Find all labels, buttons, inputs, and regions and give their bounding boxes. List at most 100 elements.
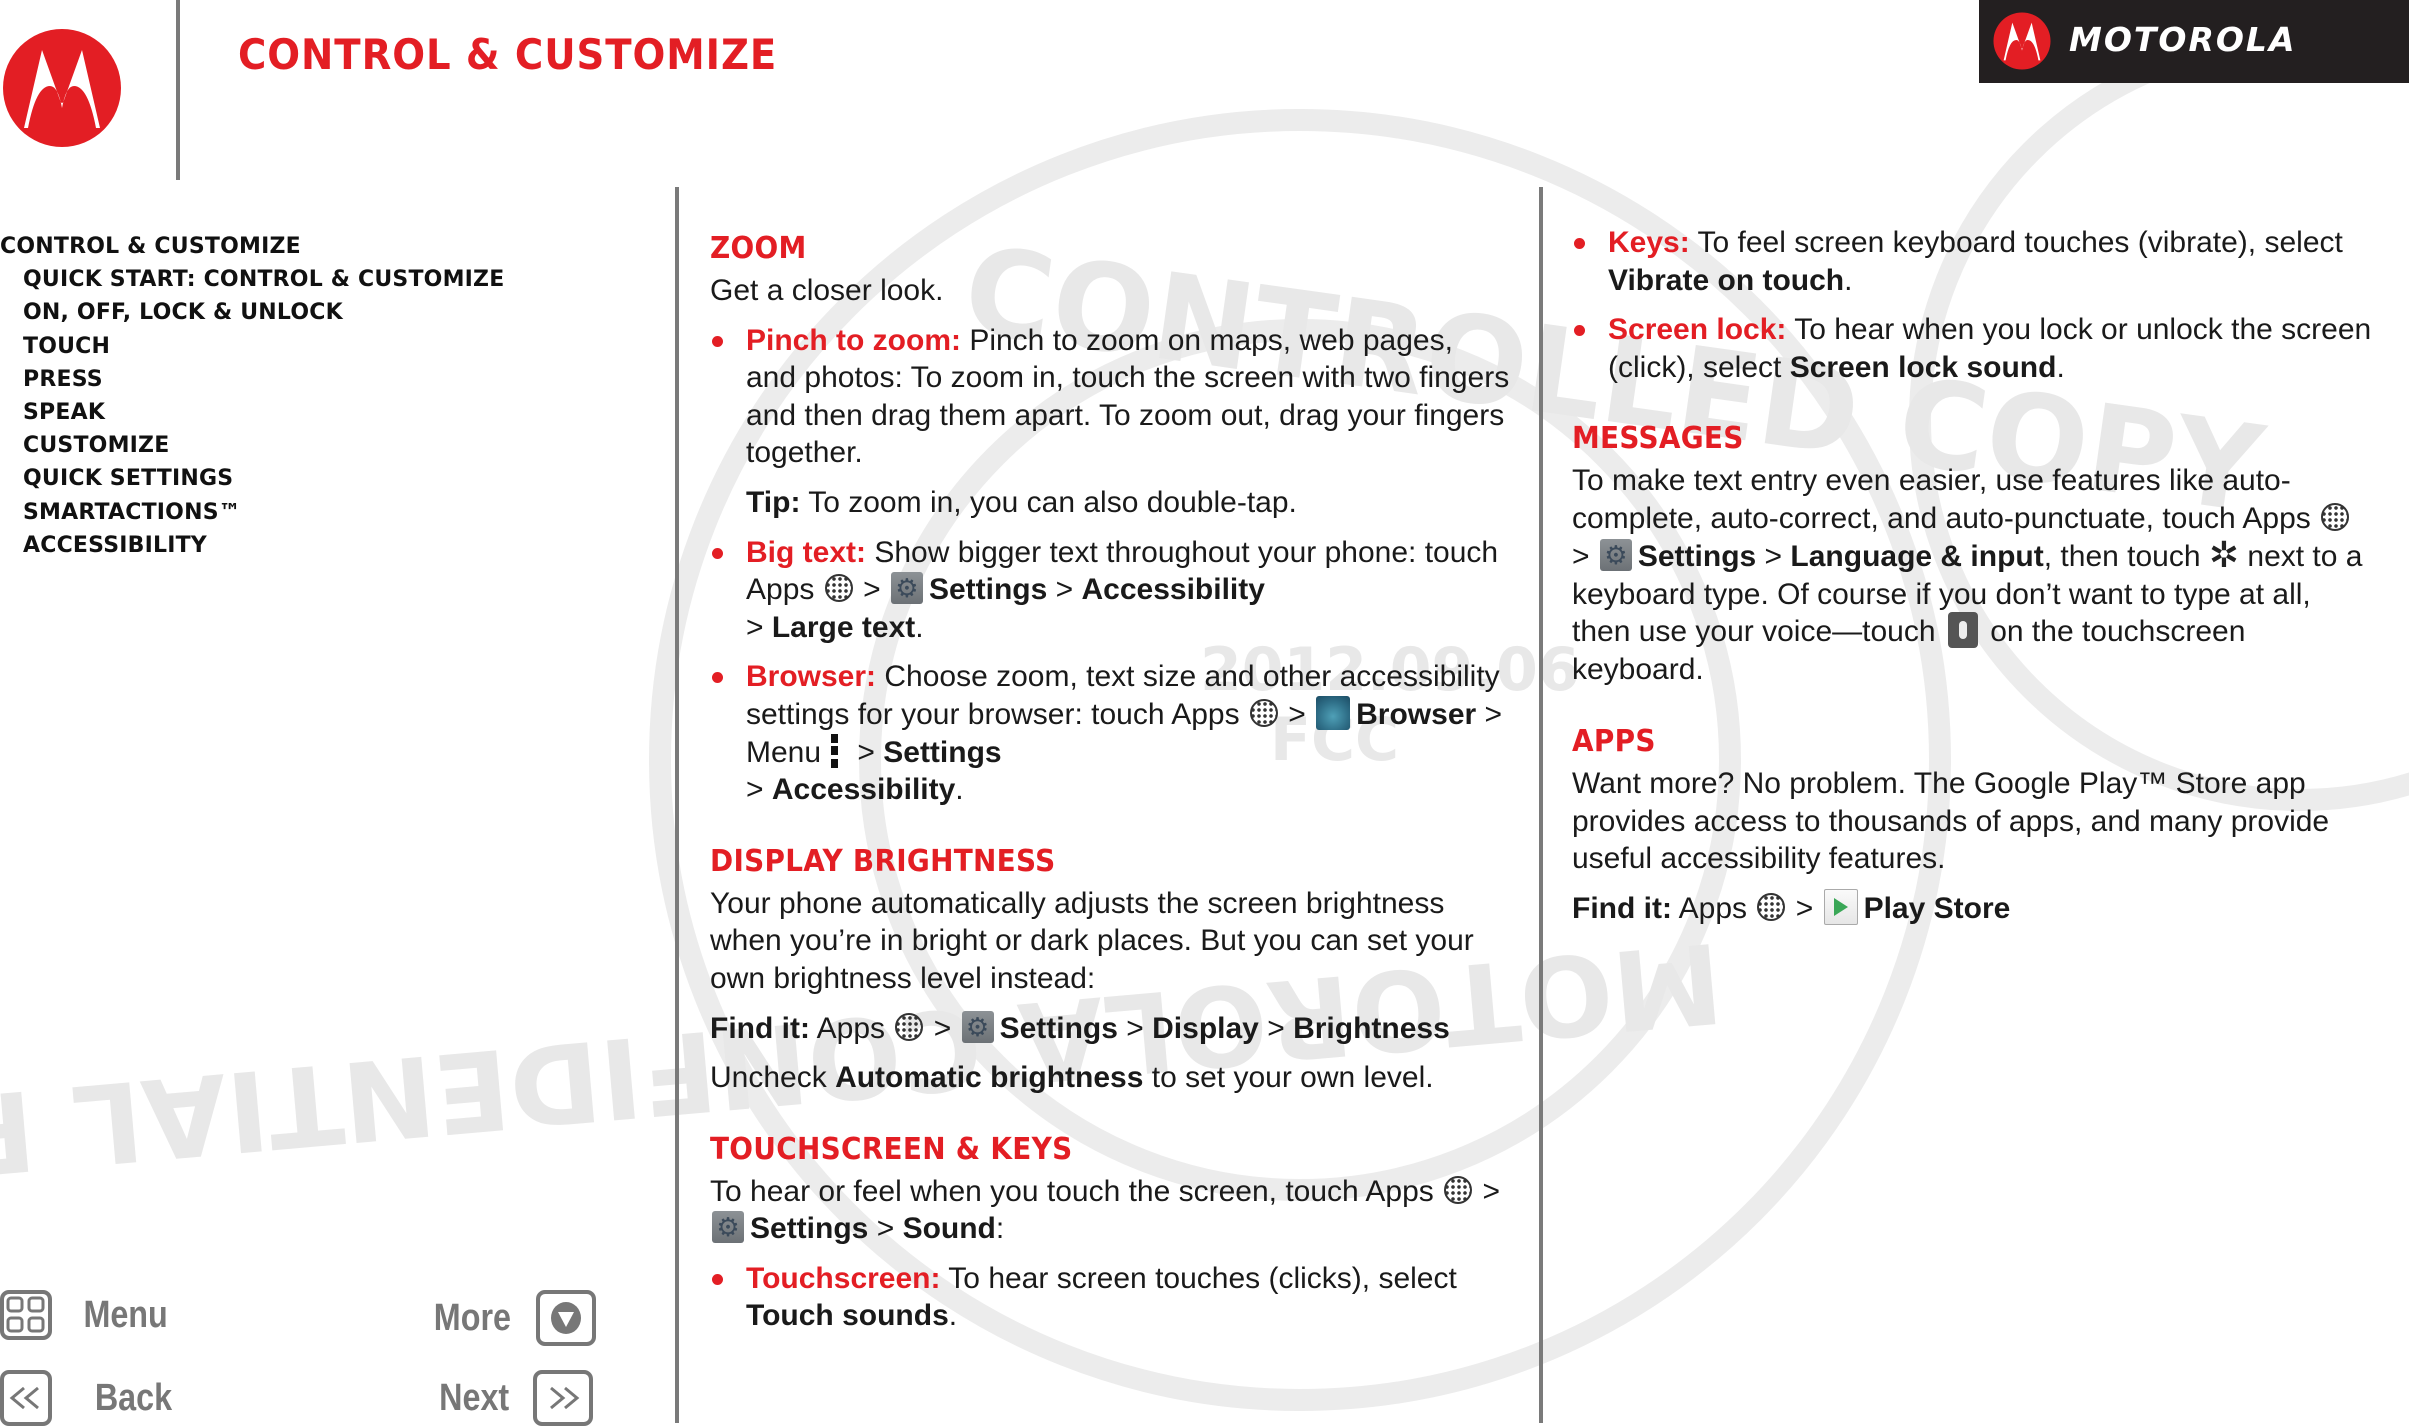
apps-icon [824, 574, 853, 603]
apps-find-it: Find it: Apps > Play Store [1572, 888, 2372, 928]
motorola-logo [3, 29, 121, 147]
back-arrows-icon [0, 1370, 52, 1426]
separator: > [1572, 539, 1598, 573]
more-button[interactable]: More [427, 1290, 596, 1346]
settings-label: Settings [883, 735, 1002, 769]
touch-sounds-label: Touch sounds [746, 1299, 949, 1333]
toc-item-control-customize[interactable]: CONTROL & CUSTOMIZE [0, 230, 640, 263]
separator: > [1047, 573, 1082, 607]
separator: > [746, 610, 772, 644]
gear-icon: ✲ [2208, 533, 2240, 575]
separator: > [849, 735, 884, 769]
separator: > [868, 1212, 903, 1246]
list-item-pinch-to-zoom: Pinch to zoom: Pinch to zoom on maps, we… [710, 322, 1510, 472]
list-item-big-text: Big text: Show bigger text throughout yo… [710, 534, 1510, 647]
sound-label: Sound [902, 1212, 996, 1246]
next-label: Next [439, 1376, 510, 1419]
brightness-label: Brightness [1293, 1011, 1450, 1045]
table-of-contents: CONTROL & CUSTOMIZE QUICK START: CONTROL… [0, 230, 640, 562]
microphone-icon [1947, 612, 1978, 649]
menu-button[interactable]: Menu [0, 1290, 175, 1340]
toc-item-quick-start[interactable]: QUICK START: CONTROL & CUSTOMIZE [0, 263, 640, 296]
separator: > [1279, 697, 1315, 731]
settings-gear-icon: ⚙ [890, 572, 923, 605]
zoom-intro: Get a closer look. [710, 274, 944, 307]
toc-item-quick-settings[interactable]: QUICK SETTINGS [0, 462, 640, 495]
punctuation: . [1844, 263, 1853, 297]
uncheck-text-end: to set your own level. [1143, 1061, 1434, 1095]
settings-label: Settings [999, 1011, 1118, 1045]
find-it-lead: Find it: [710, 1011, 810, 1045]
separator: > [1756, 539, 1791, 573]
page-title: CONTROL & CUSTOMIZE [238, 30, 778, 79]
menu-grid-icon [0, 1290, 52, 1340]
header-divider [176, 0, 180, 180]
back-button[interactable]: Back [0, 1370, 179, 1426]
toc-item-customize[interactable]: CUSTOMIZE [0, 429, 640, 462]
accessibility-label: Accessibility [1081, 573, 1265, 607]
play-store-icon [1823, 888, 1858, 925]
motorola-logo-small [1993, 12, 2051, 70]
language-input-label: Language & input [1790, 539, 2044, 573]
bullet-lead: Touchscreen: [746, 1261, 941, 1295]
settings-label: Settings [1637, 539, 1757, 573]
vibrate-on-touch-label: Vibrate on touch [1608, 263, 1845, 297]
punctuation: : [995, 1212, 1005, 1246]
next-button[interactable]: Next [433, 1370, 594, 1426]
toc-item-press[interactable]: PRESS [0, 363, 640, 396]
next-arrows-icon [533, 1370, 594, 1426]
touchscreen-keys-intro: To hear or feel when you touch the scree… [710, 1173, 1510, 1248]
column-divider [1539, 187, 1543, 1423]
toc-item-on-off-lock-unlock[interactable]: ON, OFF, LOCK & UNLOCK [0, 296, 640, 329]
section-heading-touchscreen-keys: TOUCHSCREEN & KEYS [710, 1131, 1073, 1167]
content-column-right: Keys: To feel screen keyboard touches (v… [1572, 224, 2372, 928]
display-brightness-text: Your phone automatically adjusts the scr… [710, 886, 1474, 995]
bullet-lead: Screen lock: [1608, 313, 1787, 347]
list-item-keys: Keys: To feel screen keyboard touches (v… [1572, 224, 2372, 299]
toc-item-smartactions[interactable]: SMARTACTIONS™ [0, 496, 640, 529]
settings-label: Settings [750, 1212, 869, 1246]
messages-text: To make text entry even easier, use feat… [1572, 462, 2372, 689]
list-item-browser: Browser: Choose zoom, text size and othe… [710, 658, 1510, 808]
accessibility-label: Accessibility [771, 773, 956, 807]
apps-icon [1757, 892, 1786, 921]
punctuation: . [2056, 350, 2065, 384]
separator: > [1258, 1011, 1294, 1045]
bullet-text: To hear screen touches (clicks), select [940, 1261, 1457, 1295]
more-down-icon [535, 1290, 596, 1346]
display-label: Display [1152, 1011, 1259, 1045]
content-column-middle: ZOOM Get a closer look. Pinch to zoom: P… [710, 230, 1510, 1335]
settings-gear-icon: ⚙ [712, 1211, 744, 1244]
separator: > [746, 773, 772, 807]
messages-text-1: To make text entry even easier, use feat… [1572, 464, 2311, 535]
settings-label: Settings [928, 573, 1048, 607]
toc-item-speak[interactable]: SPEAK [0, 396, 640, 429]
display-brightness-uncheck: Uncheck Automatic brightness to set your… [710, 1059, 1510, 1097]
browser-icon [1316, 696, 1351, 731]
uncheck-text: Uncheck [710, 1061, 836, 1095]
section-heading-display-brightness: DISPLAY BRIGHTNESS [710, 843, 1056, 879]
separator: > [925, 1011, 960, 1045]
settings-gear-icon: ⚙ [1599, 538, 1632, 571]
apps-text: Apps [809, 1011, 886, 1045]
apps-icon [2321, 503, 2350, 532]
apps-icon [1444, 1175, 1473, 1204]
display-brightness-find-it: Find it: Apps > ⚙ Settings > Display > Br… [710, 1010, 1510, 1048]
separator: > [1474, 1174, 1500, 1208]
messages-text-2: , then touch [2043, 539, 2209, 573]
toc-item-touch[interactable]: TOUCH [0, 330, 640, 363]
bullet-lead: Keys: [1608, 226, 1690, 259]
motorola-brand-badge: MOTOROLA [1979, 0, 2409, 83]
punctuation: . [915, 610, 924, 644]
list-item-screen-lock: Screen lock: To hear when you lock or un… [1572, 311, 2372, 386]
apps-text: Apps [1671, 891, 1748, 925]
separator: > [1787, 891, 1822, 925]
toc-item-accessibility[interactable]: ACCESSIBILITY [0, 529, 640, 562]
menu-label: Menu [83, 1293, 168, 1336]
apps-icon [1249, 699, 1278, 728]
play-store-label: Play Store [1863, 891, 2011, 925]
tip-lead: Tip: [746, 485, 801, 519]
separator: > [854, 573, 889, 607]
bullet-lead: Browser: [746, 660, 877, 694]
overflow-menu-icon [831, 733, 839, 768]
